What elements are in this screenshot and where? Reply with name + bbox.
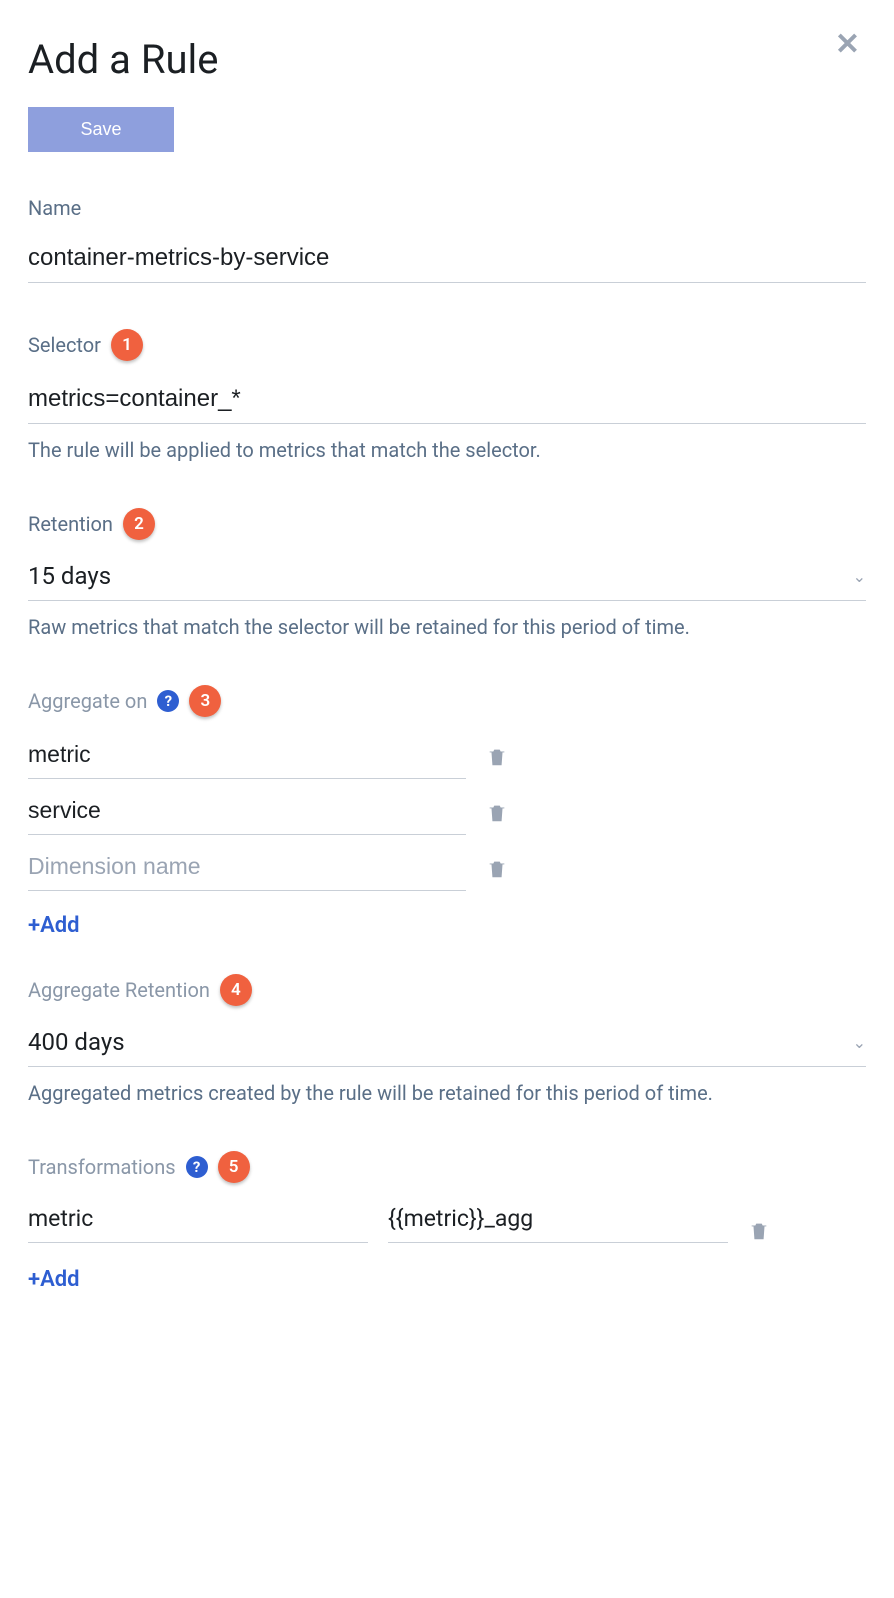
step-badge-5: 5 <box>218 1151 250 1183</box>
aggregate-dimension-input[interactable] <box>28 847 466 891</box>
transformation-row: metric {{metric}}_agg <box>28 1201 866 1243</box>
aggregate-on-label: Aggregate on ? 3 <box>28 685 866 717</box>
retention-select[interactable]: 15 days ⌄ <box>28 558 866 601</box>
transformations-label: Transformations ? 5 <box>28 1151 866 1183</box>
transformation-to-input[interactable]: {{metric}}_agg <box>388 1201 728 1243</box>
selector-input[interactable] <box>28 379 866 424</box>
trash-icon[interactable] <box>748 1219 770 1243</box>
help-icon[interactable]: ? <box>157 690 179 712</box>
close-icon[interactable]: ✕ <box>829 28 866 62</box>
selector-label: Selector 1 <box>28 329 866 361</box>
retention-hint: Raw metrics that match the selector will… <box>28 615 866 639</box>
add-dimension-button[interactable]: +Add <box>28 913 80 938</box>
aggregate-retention-select[interactable]: 400 days ⌄ <box>28 1024 866 1067</box>
step-badge-1: 1 <box>111 329 143 361</box>
help-icon[interactable]: ? <box>186 1156 208 1178</box>
transformation-from-input[interactable]: metric <box>28 1201 368 1243</box>
chevron-down-icon: ⌄ <box>853 1033 866 1052</box>
step-badge-2: 2 <box>123 508 155 540</box>
name-label: Name <box>28 196 866 220</box>
chevron-down-icon: ⌄ <box>853 567 866 586</box>
page-title: Add a Rule <box>28 36 218 83</box>
aggregate-dimension-input[interactable] <box>28 791 466 835</box>
selector-hint: The rule will be applied to metrics that… <box>28 438 866 462</box>
retention-label: Retention 2 <box>28 508 866 540</box>
retention-value: 15 days <box>28 562 853 590</box>
aggregate-dimension-input[interactable] <box>28 735 466 779</box>
add-transformation-button[interactable]: +Add <box>28 1267 80 1292</box>
aggregate-retention-value: 400 days <box>28 1028 853 1056</box>
step-badge-4: 4 <box>220 974 252 1006</box>
aggregate-retention-label: Aggregate Retention 4 <box>28 974 866 1006</box>
step-badge-3: 3 <box>189 685 221 717</box>
save-button[interactable]: Save <box>28 107 174 152</box>
trash-icon[interactable] <box>486 857 508 881</box>
aggregate-row <box>28 791 508 835</box>
name-input[interactable] <box>28 238 866 283</box>
aggregate-retention-hint: Aggregated metrics created by the rule w… <box>28 1081 866 1105</box>
trash-icon[interactable] <box>486 745 508 769</box>
aggregate-row <box>28 847 508 891</box>
trash-icon[interactable] <box>486 801 508 825</box>
aggregate-row <box>28 735 508 779</box>
